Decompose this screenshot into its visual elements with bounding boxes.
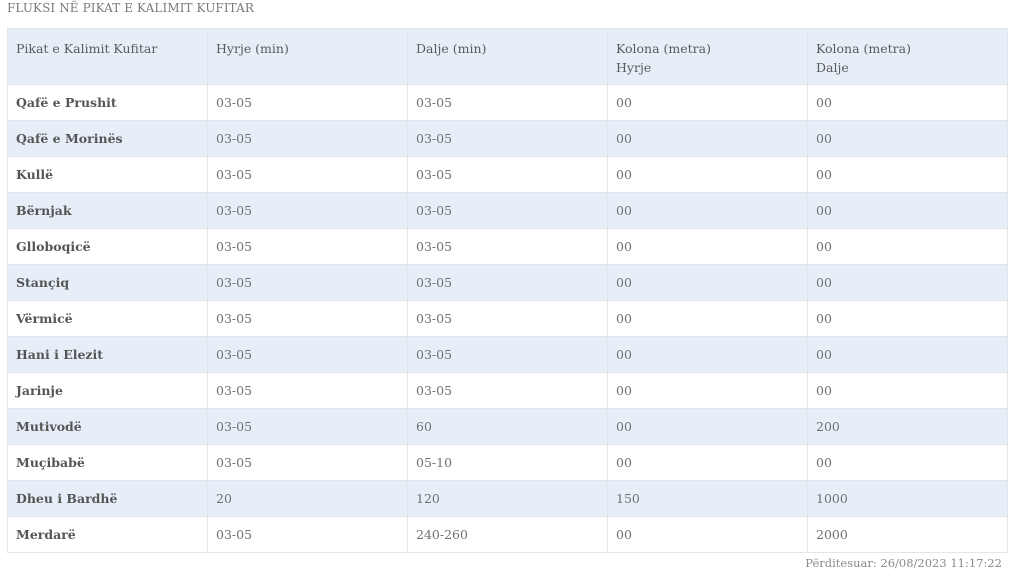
cell-entry-minutes: 03-05 [207, 444, 408, 481]
cell-entry-minutes: 03-05 [207, 264, 408, 301]
table-row: Muçibabë 03-05 05-10 00 00 [7, 444, 1008, 481]
header-exit-minutes: Dalje (min) [407, 28, 608, 85]
cell-queue-exit: 00 [807, 336, 1008, 373]
header-label: Dalje (min) [416, 41, 487, 56]
cell-exit-minutes: 03-05 [407, 192, 608, 229]
cell-crossing-name: Hani i Elezit [7, 336, 208, 373]
cell-crossing-name: Mutivodë [7, 408, 208, 445]
cell-queue-exit: 00 [807, 120, 1008, 157]
cell-crossing-name: Merdarë [7, 516, 208, 553]
header-crossing-point: Pikat e Kalimit Kufitar [7, 28, 208, 85]
cell-queue-exit: 00 [807, 372, 1008, 409]
header-label: Kolona (metra) [616, 41, 711, 56]
table-row: Vërmicë 03-05 03-05 00 00 [7, 300, 1008, 337]
cell-entry-minutes: 03-05 [207, 84, 408, 121]
last-updated-text: Përditesuar: 26/08/2023 11:17:22 [805, 556, 1002, 570]
cell-exit-minutes: 03-05 [407, 336, 608, 373]
cell-exit-minutes: 120 [407, 480, 608, 517]
cell-queue-entry: 00 [607, 408, 808, 445]
cell-crossing-name: Jarinje [7, 372, 208, 409]
cell-queue-entry: 00 [607, 516, 808, 553]
header-label: Kolona (metra) [816, 41, 911, 56]
cell-crossing-name: Bërnjak [7, 192, 208, 229]
cell-queue-exit: 00 [807, 192, 1008, 229]
cell-queue-entry: 00 [607, 228, 808, 265]
cell-crossing-name: Stançiq [7, 264, 208, 301]
cell-crossing-name: Qafë e Prushit [7, 84, 208, 121]
cell-entry-minutes: 03-05 [207, 156, 408, 193]
table-row: Glloboqicë 03-05 03-05 00 00 [7, 228, 1008, 265]
cell-queue-exit: 00 [807, 300, 1008, 337]
cell-queue-entry: 00 [607, 336, 808, 373]
cell-entry-minutes: 03-05 [207, 372, 408, 409]
cell-exit-minutes: 240-260 [407, 516, 608, 553]
border-crossing-table: Pikat e Kalimit Kufitar Hyrje (min) Dalj… [7, 28, 1008, 553]
table-header-row: Pikat e Kalimit Kufitar Hyrje (min) Dalj… [7, 28, 1008, 85]
cell-exit-minutes: 03-05 [407, 264, 608, 301]
header-entry-minutes: Hyrje (min) [207, 28, 408, 85]
cell-entry-minutes: 03-05 [207, 300, 408, 337]
cell-queue-exit: 200 [807, 408, 1008, 445]
cell-queue-exit: 00 [807, 444, 1008, 481]
table-row: Hani i Elezit 03-05 03-05 00 00 [7, 336, 1008, 373]
cell-entry-minutes: 03-05 [207, 336, 408, 373]
header-label: Hyrje (min) [216, 41, 289, 56]
table-body: Qafë e Prushit 03-05 03-05 00 00 Qafë e Morin… [7, 84, 1008, 553]
cell-crossing-name: Glloboqicë [7, 228, 208, 265]
cell-queue-entry: 00 [607, 84, 808, 121]
header-queue-entry: Kolona (metra) Hyrje [607, 28, 808, 85]
cell-exit-minutes: 03-05 [407, 156, 608, 193]
table-row: Stançiq 03-05 03-05 00 00 [7, 264, 1008, 301]
cell-exit-minutes: 03-05 [407, 372, 608, 409]
table-row: Bërnjak 03-05 03-05 00 00 [7, 192, 1008, 229]
cell-entry-minutes: 03-05 [207, 120, 408, 157]
cell-entry-minutes: 03-05 [207, 408, 408, 445]
cell-queue-entry: 00 [607, 192, 808, 229]
cell-queue-entry: 00 [607, 156, 808, 193]
table-row: Kullë 03-05 03-05 00 00 [7, 156, 1008, 193]
cell-crossing-name: Kullë [7, 156, 208, 193]
header-sublabel: Hyrje [616, 60, 652, 75]
table-row: Jarinje 03-05 03-05 00 00 [7, 372, 1008, 409]
cell-queue-entry: 00 [607, 444, 808, 481]
cell-entry-minutes: 03-05 [207, 228, 408, 265]
cell-crossing-name: Vërmicë [7, 300, 208, 337]
page-title: FLUKSI NË PIKAT E KALIMIT KUFITAR [7, 1, 255, 15]
cell-entry-minutes: 03-05 [207, 516, 408, 553]
cell-queue-entry: 00 [607, 300, 808, 337]
cell-exit-minutes: 05-10 [407, 444, 608, 481]
cell-entry-minutes: 03-05 [207, 192, 408, 229]
cell-crossing-name: Qafë e Morinës [7, 120, 208, 157]
cell-crossing-name: Dheu i Bardhë [7, 480, 208, 517]
cell-exit-minutes: 03-05 [407, 84, 608, 121]
cell-exit-minutes: 60 [407, 408, 608, 445]
cell-entry-minutes: 20 [207, 480, 408, 517]
header-label: Pikat e Kalimit Kufitar [16, 41, 158, 56]
header-sublabel: Dalje [816, 60, 849, 75]
cell-queue-entry: 00 [607, 120, 808, 157]
cell-exit-minutes: 03-05 [407, 300, 608, 337]
cell-queue-exit: 00 [807, 156, 1008, 193]
table-row: Mutivodë 03-05 60 00 200 [7, 408, 1008, 445]
table-row: Merdarë 03-05 240-260 00 2000 [7, 516, 1008, 553]
cell-queue-entry: 00 [607, 372, 808, 409]
cell-queue-exit: 00 [807, 264, 1008, 301]
cell-queue-entry: 150 [607, 480, 808, 517]
cell-queue-exit: 00 [807, 228, 1008, 265]
cell-crossing-name: Muçibabë [7, 444, 208, 481]
cell-queue-exit: 1000 [807, 480, 1008, 517]
table-row: Dheu i Bardhë 20 120 150 1000 [7, 480, 1008, 517]
header-queue-exit: Kolona (metra) Dalje [807, 28, 1008, 85]
cell-queue-entry: 00 [607, 264, 808, 301]
table-row: Qafë e Prushit 03-05 03-05 00 00 [7, 84, 1008, 121]
cell-queue-exit: 00 [807, 84, 1008, 121]
cell-exit-minutes: 03-05 [407, 120, 608, 157]
cell-queue-exit: 2000 [807, 516, 1008, 553]
table-row: Qafë e Morinës 03-05 03-05 00 00 [7, 120, 1008, 157]
cell-exit-minutes: 03-05 [407, 228, 608, 265]
